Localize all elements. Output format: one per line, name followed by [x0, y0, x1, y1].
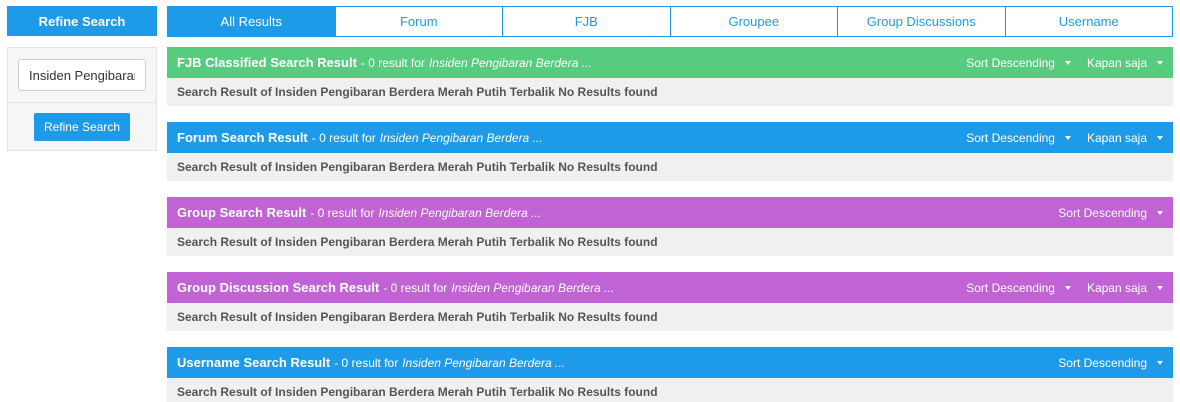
time-dropdown-label: Kapan saja — [1086, 280, 1147, 295]
tab-fjb[interactable]: FJB — [502, 6, 671, 37]
caret-down-icon — [1157, 210, 1163, 215]
sort-dropdown-label: Sort Descending — [966, 130, 1055, 145]
section-controls: Sort Descending — [1042, 206, 1163, 220]
section-controls: Sort Descending Kapan saja — [950, 281, 1163, 295]
section-controls: Sort Descending Kapan saja — [950, 131, 1163, 145]
sort-dropdown-label: Sort Descending — [966, 280, 1055, 295]
refine-search-button[interactable]: Refine Search — [34, 113, 130, 141]
sort-dropdown[interactable]: Sort Descending — [966, 56, 1071, 70]
section-header: Username Search Result - 0 result for In… — [167, 347, 1173, 378]
section-body: Search Result of Insiden Pengibaran Berd… — [167, 303, 1173, 331]
refine-sidebar: Refine Search Refine Search — [7, 6, 157, 151]
section-fjb-classified: FJB Classified Search Result - 0 result … — [167, 47, 1173, 106]
section-title: Group Discussion Search Result — [177, 280, 380, 295]
section-result-count: - 0 result for — [310, 205, 375, 220]
sort-dropdown-label: Sort Descending — [1058, 205, 1147, 220]
time-dropdown[interactable]: Kapan saja — [1087, 131, 1163, 145]
refine-input-wrapper — [8, 48, 156, 103]
section-header: Forum Search Result - 0 result for Insid… — [167, 122, 1173, 153]
tab-username[interactable]: Username — [1004, 6, 1173, 37]
time-dropdown-label: Kapan saja — [1086, 55, 1147, 70]
tab-group-discussions[interactable]: Group Discussions — [837, 6, 1006, 37]
caret-down-icon — [1157, 360, 1163, 365]
caret-down-icon — [1157, 135, 1163, 140]
caret-down-icon — [1064, 135, 1071, 140]
section-query: Insiden Pengibaran Berdera ... — [402, 355, 565, 370]
result-sections: FJB Classified Search Result - 0 result … — [167, 47, 1173, 402]
refine-search-input[interactable] — [18, 59, 146, 91]
section-body: Search Result of Insiden Pengibaran Berd… — [167, 78, 1173, 106]
section-controls: Sort Descending — [1042, 356, 1163, 370]
section-header: Group Search Result - 0 result for Insid… — [167, 197, 1173, 228]
refine-search-title: Refine Search — [7, 6, 157, 36]
caret-down-icon — [1064, 60, 1071, 65]
tab-all-results[interactable]: All Results — [167, 6, 336, 37]
section-query: Insiden Pengibaran Berdera ... — [451, 280, 615, 295]
section-query: Insiden Pengibaran Berdera ... — [378, 205, 542, 220]
section-result-count: - 0 result for — [334, 355, 399, 370]
tab-groupee[interactable]: Groupee — [669, 6, 838, 37]
refine-search-panel: Refine Search — [7, 47, 157, 151]
sort-dropdown[interactable]: Sort Descending — [1058, 356, 1163, 370]
caret-down-icon — [1157, 285, 1163, 290]
section-body: Search Result of Insiden Pengibaran Berd… — [167, 228, 1173, 256]
section-controls: Sort Descending Kapan saja — [950, 56, 1163, 70]
tab-forum[interactable]: Forum — [334, 6, 503, 37]
section-body: Search Result of Insiden Pengibaran Berd… — [167, 153, 1173, 181]
section-query: Insiden Pengibaran Berdera ... — [428, 55, 592, 70]
section-header: Group Discussion Search Result - 0 resul… — [167, 272, 1173, 303]
sort-dropdown[interactable]: Sort Descending — [966, 131, 1071, 145]
sort-dropdown-label: Sort Descending — [1058, 355, 1147, 370]
section-title: Username Search Result — [177, 355, 331, 370]
section-username: Username Search Result - 0 result for In… — [167, 347, 1173, 402]
section-result-count: - 0 result for — [360, 55, 425, 70]
section-forum: Forum Search Result - 0 result for Insid… — [167, 122, 1173, 181]
result-tabs: All Results Forum FJB Groupee Group Disc… — [167, 6, 1173, 37]
sort-dropdown-label: Sort Descending — [966, 55, 1055, 70]
section-group-discussion: Group Discussion Search Result - 0 resul… — [167, 272, 1173, 331]
section-result-count: - 0 result for — [311, 130, 376, 145]
section-title: Forum Search Result — [177, 130, 308, 145]
sort-dropdown[interactable]: Sort Descending — [1058, 206, 1163, 220]
sort-dropdown[interactable]: Sort Descending — [966, 281, 1071, 295]
caret-down-icon — [1157, 60, 1163, 65]
section-title: Group Search Result — [177, 205, 307, 220]
time-dropdown[interactable]: Kapan saja — [1087, 281, 1163, 295]
time-dropdown-label: Kapan saja — [1086, 130, 1147, 145]
section-result-count: - 0 result for — [383, 280, 448, 295]
section-body: Search Result of Insiden Pengibaran Berd… — [167, 378, 1173, 402]
refine-button-wrapper: Refine Search — [8, 103, 156, 141]
section-header: FJB Classified Search Result - 0 result … — [167, 47, 1173, 78]
caret-down-icon — [1064, 285, 1071, 290]
section-group: Group Search Result - 0 result for Insid… — [167, 197, 1173, 256]
section-title: FJB Classified Search Result — [177, 55, 357, 70]
time-dropdown[interactable]: Kapan saja — [1087, 56, 1163, 70]
section-query: Insiden Pengibaran Berdera ... — [379, 130, 543, 145]
